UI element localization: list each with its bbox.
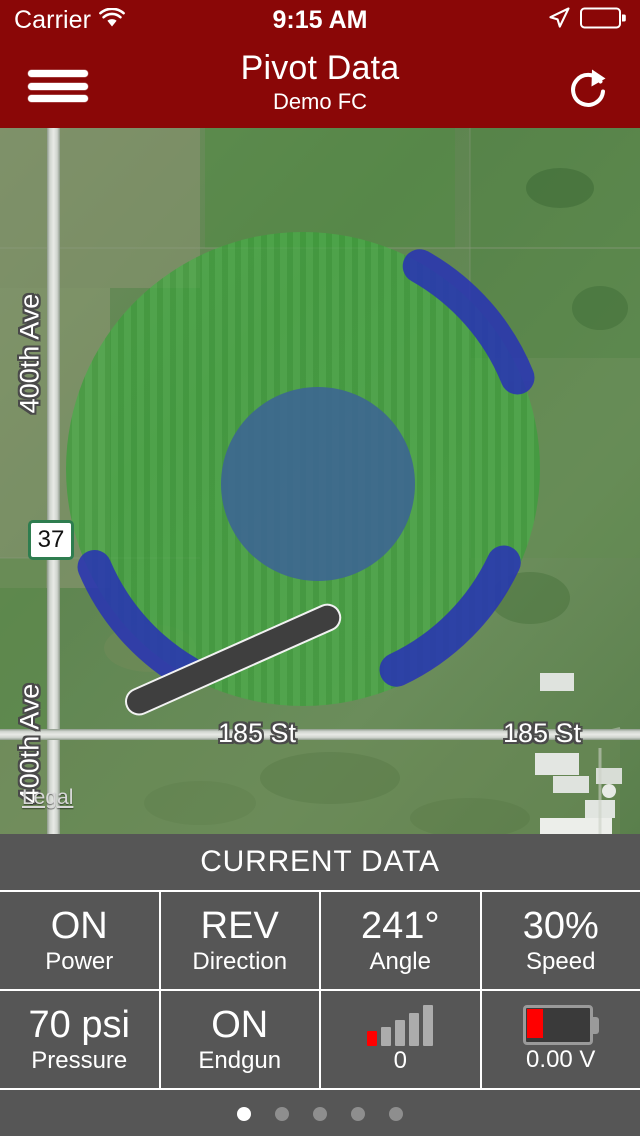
data-cell-angle[interactable]: 241° Angle <box>321 892 482 989</box>
power-label: Power <box>45 948 114 975</box>
data-cell-voltage[interactable]: 0.00 V <box>482 991 640 1088</box>
endgun-label: Endgun <box>198 1047 282 1074</box>
data-row: ON Power REV Direction 241° Angle 30% Sp… <box>0 892 640 991</box>
signal-bar-3 <box>395 1020 406 1046</box>
map-label-185-st-left: 185 St <box>218 718 297 748</box>
signal-label: 0 <box>393 1047 407 1074</box>
page-dot-1[interactable] <box>237 1107 251 1121</box>
direction-value: REV <box>200 905 279 947</box>
highway-shield-37: 37 <box>28 520 74 560</box>
page-subtitle: Demo FC <box>272 89 368 114</box>
map-label-400th-ave-north: 400th Ave <box>14 293 45 414</box>
signal-bar-4 <box>409 1013 420 1046</box>
endgun-value: ON <box>211 1004 269 1046</box>
status-bar: Carrier 9:15 AM <box>0 0 640 40</box>
location-arrow-icon <box>547 6 571 35</box>
current-data-panel: CURRENT DATA ON Power REV Direction 241°… <box>0 834 640 1136</box>
signal-bar-5 <box>423 1005 434 1046</box>
signal-bar-1 <box>367 1031 378 1046</box>
battery-icon <box>580 7 626 34</box>
page-dot-2[interactable] <box>275 1107 289 1121</box>
carrier-label: Carrier <box>14 5 92 34</box>
panel-header: CURRENT DATA <box>200 845 440 878</box>
data-cell-power[interactable]: ON Power <box>0 892 161 989</box>
angle-value: 241° <box>360 905 440 947</box>
data-grid: ON Power REV Direction 241° Angle 30% Sp… <box>0 890 640 1090</box>
data-cell-speed[interactable]: 30% Speed <box>482 892 640 989</box>
data-cell-direction[interactable]: REV Direction <box>161 892 321 989</box>
speed-value: 30% <box>522 905 599 947</box>
battery-fill <box>526 1009 543 1038</box>
battery-level-icon <box>522 1005 599 1045</box>
direction-label: Direction <box>192 948 288 975</box>
voltage-label: 0.00 V <box>526 1046 596 1073</box>
page-dot-3[interactable] <box>313 1107 327 1121</box>
power-value: ON <box>50 905 108 947</box>
wifi-icon <box>99 7 125 33</box>
refresh-icon[interactable] <box>562 64 616 118</box>
navigation-bar: Pivot Data Demo FC <box>0 40 640 128</box>
data-row: 70 psi Pressure ON Endgun 0 0.00 V <box>0 991 640 1090</box>
nav-title-block: Pivot Data Demo FC <box>0 48 640 115</box>
page-title: Pivot Data <box>240 49 400 87</box>
data-cell-pressure[interactable]: 70 psi Pressure <box>0 991 161 1088</box>
legal-link[interactable]: Legal <box>22 786 73 810</box>
page-indicator <box>0 1092 640 1136</box>
map-label-185-st-right: 185 St <box>503 718 582 748</box>
signal-bar-2 <box>381 1027 392 1046</box>
data-cell-endgun[interactable]: ON Endgun <box>161 991 321 1088</box>
page-dot-4[interactable] <box>351 1107 365 1121</box>
pressure-label: Pressure <box>31 1047 128 1074</box>
app-screen: Carrier 9:15 AM Pivot Data Demo FC 400th… <box>0 0 640 1136</box>
status-bar-left: Carrier <box>14 6 125 35</box>
angle-label: Angle <box>369 948 431 975</box>
status-bar-right <box>547 6 626 35</box>
pivot-inner-circle <box>221 387 415 581</box>
speed-label: Speed <box>526 948 596 975</box>
battery-nub <box>591 1017 599 1034</box>
signal-bars-icon <box>367 1004 434 1046</box>
page-dot-5[interactable] <box>389 1107 403 1121</box>
data-cell-signal[interactable]: 0 <box>321 991 482 1088</box>
map-view[interactable]: 400th Ave 400th Ave 185 St 185 St 37 Leg… <box>0 128 640 834</box>
pressure-value: 70 psi <box>28 1004 130 1046</box>
